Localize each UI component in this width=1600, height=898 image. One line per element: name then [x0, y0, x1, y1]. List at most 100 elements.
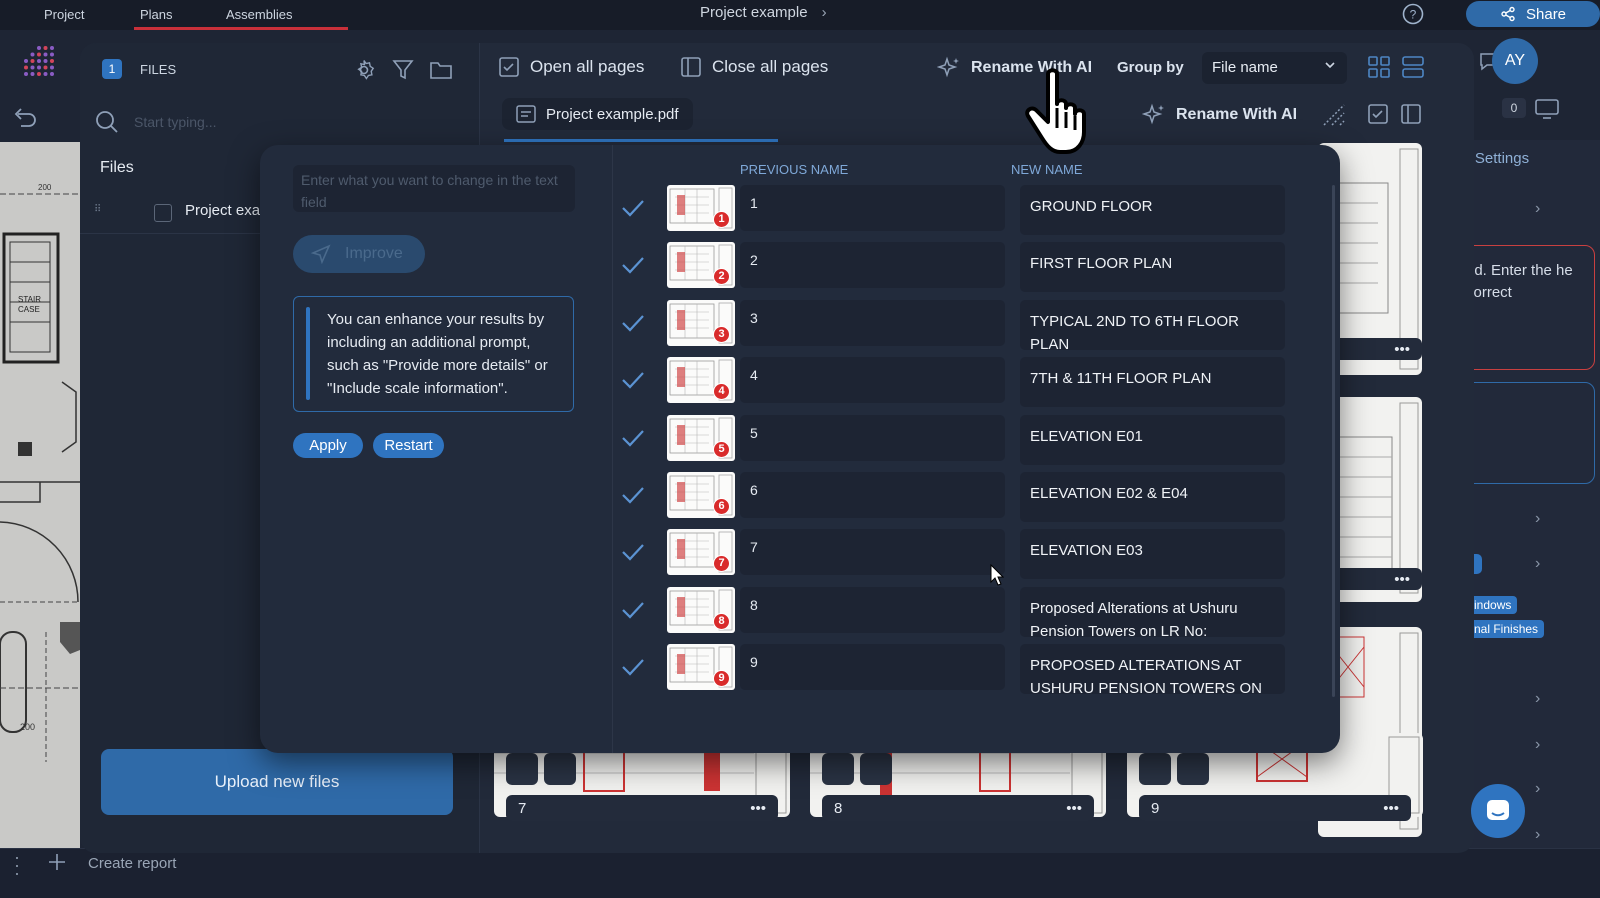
page-thumbnail: 7	[667, 529, 735, 576]
chevron-right-icon[interactable]: ›	[1535, 826, 1540, 844]
chevron-right-icon[interactable]: ›	[1535, 200, 1540, 218]
previous-name-header: PREVIOUS NAME	[740, 162, 849, 177]
folder-icon[interactable]	[429, 58, 453, 82]
scrollbar[interactable]	[1332, 185, 1335, 697]
new-name-field[interactable]: GROUND FLOOR	[1020, 185, 1285, 235]
page-thumbnail: 2	[667, 242, 735, 289]
check-icon[interactable]	[620, 599, 646, 621]
more-horizontal-icon[interactable]: •••	[1383, 800, 1399, 817]
new-name-field[interactable]: ELEVATION E01	[1020, 414, 1285, 465]
svg-text:STAIR: STAIR	[18, 295, 41, 304]
new-name-field[interactable]: FIRST FLOOR PLAN	[1020, 242, 1285, 293]
rename-with-ai-button-2[interactable]: Rename With AI	[1142, 103, 1297, 127]
chevron-right-icon[interactable]: ›	[1535, 780, 1540, 798]
chevron-right-icon[interactable]: ›	[1535, 555, 1540, 573]
page-number: 9	[1151, 799, 1160, 817]
check-icon[interactable]	[620, 254, 646, 276]
new-name-field[interactable]: TYPICAL 2ND TO 6TH FLOOR PLAN	[1020, 299, 1285, 350]
help-icon[interactable]: ?	[1402, 3, 1424, 25]
scale-icon[interactable]	[1177, 753, 1209, 785]
previous-name-field: 5	[740, 414, 1005, 461]
avatar[interactable]: AY	[1492, 38, 1538, 84]
search-input[interactable]: Start typing...	[134, 114, 216, 130]
open-pages-icon[interactable]	[1367, 103, 1389, 125]
filter-icon[interactable]	[392, 58, 414, 82]
mouse-cursor-icon	[990, 564, 1004, 586]
files-heading: Files	[100, 159, 134, 176]
new-name-field[interactable]: PROPOSED ALTERATIONS AT USHURU PENSION T…	[1020, 644, 1285, 695]
tab-project[interactable]: Project	[44, 0, 84, 30]
undo-icon[interactable]	[12, 106, 38, 128]
expand-icon[interactable]	[1139, 753, 1171, 785]
check-icon[interactable]	[620, 541, 646, 563]
page-number: 7	[518, 799, 527, 817]
expand-icon[interactable]	[506, 753, 538, 785]
logo-dot	[50, 72, 54, 76]
more-horizontal-icon[interactable]: •••	[750, 800, 766, 817]
new-name-field[interactable]: ELEVATION E03	[1020, 529, 1285, 580]
check-icon[interactable]	[620, 197, 646, 219]
more-vertical-icon[interactable]: · · ·	[14, 848, 20, 882]
list-view-icon[interactable]	[1401, 55, 1425, 79]
file-tab[interactable]: Project example.pdf	[502, 98, 693, 130]
sparkle-icon	[1142, 103, 1166, 127]
previous-name-field: 3	[740, 299, 1005, 346]
document-title[interactable]: Project example ›	[700, 4, 827, 21]
check-icon[interactable]	[620, 656, 646, 678]
prompt-textarea[interactable]: Enter what you want to change in the tex…	[293, 165, 575, 212]
grid-view-icon[interactable]	[1367, 55, 1391, 79]
group-by-value: File name	[1212, 59, 1278, 76]
settings-gear-icon[interactable]	[352, 58, 376, 82]
group-by-label: Group by	[1117, 59, 1184, 76]
group-by-select[interactable]: File name	[1202, 52, 1347, 84]
page-badge: 3	[713, 325, 730, 343]
check-icon[interactable]	[620, 484, 646, 506]
chevron-right-icon[interactable]: ›	[1535, 736, 1540, 754]
check-icon[interactable]	[620, 369, 646, 391]
page-thumbnail: 8	[667, 586, 735, 633]
rename-row: 7 7 ELEVATION E03	[600, 529, 1327, 580]
open-all-pages-button[interactable]: Open all pages	[498, 56, 644, 78]
page-badge: 5	[713, 440, 730, 458]
create-report-button[interactable]: Create report	[88, 855, 176, 872]
chevron-right-icon[interactable]: ›	[1535, 510, 1540, 528]
logo-dot	[37, 52, 41, 57]
monitor-icon[interactable]	[1534, 98, 1560, 120]
check-icon[interactable]	[620, 312, 646, 334]
files-title: FILES	[140, 62, 177, 77]
page-card-8-footer[interactable]: 8 •••	[822, 795, 1094, 821]
restart-button[interactable]: Restart	[373, 433, 444, 458]
plus-icon[interactable]	[46, 851, 68, 873]
file-checkbox[interactable]	[154, 204, 172, 222]
scale-icon[interactable]	[860, 753, 892, 785]
new-name-header: NEW NAME	[1011, 162, 1083, 177]
page-number: 8	[834, 799, 843, 817]
chevron-right-icon[interactable]: ›	[1535, 690, 1540, 708]
page-card-9-footer[interactable]: 9 •••	[1139, 795, 1411, 821]
drag-handle-icon[interactable]: ⠿	[94, 204, 102, 215]
share-button[interactable]: Share	[1466, 1, 1600, 27]
tab-assemblies[interactable]: Assemblies	[226, 0, 292, 30]
scale-icon[interactable]	[1322, 103, 1346, 127]
upload-new-files-button[interactable]: Upload new files	[101, 749, 453, 815]
expand-icon[interactable]	[822, 753, 854, 785]
more-horizontal-icon[interactable]: •••	[1066, 800, 1082, 817]
apply-button[interactable]: Apply	[293, 433, 363, 458]
page-thumbnail: 4	[667, 357, 735, 404]
close-all-pages-button[interactable]: Close all pages	[680, 56, 828, 78]
chat-launcher-button[interactable]	[1471, 784, 1525, 838]
scale-icon[interactable]	[544, 753, 576, 785]
floor-plan-canvas[interactable]: STAIR CASE 200 200	[0, 142, 80, 848]
page-badge: 6	[713, 498, 730, 515]
file-icon	[516, 105, 536, 123]
rename-row: 6 6 ELEVATION E02 & E04	[600, 472, 1327, 522]
new-name-field[interactable]: 7TH & 11TH FLOOR PLAN	[1020, 357, 1285, 408]
new-name-field[interactable]: ELEVATION E02 & E04	[1020, 472, 1285, 522]
improve-button[interactable]: Improve	[293, 235, 425, 273]
close-pages-icon[interactable]	[1400, 103, 1422, 125]
new-name-field[interactable]: Proposed Alterations at Ushuru Pension T…	[1020, 586, 1285, 637]
page-card-7-footer[interactable]: 7 •••	[506, 795, 778, 821]
check-icon[interactable]	[620, 427, 646, 449]
hint-text: You can enhance your results by includin…	[327, 311, 548, 397]
previous-name-field: 1	[740, 185, 1005, 231]
